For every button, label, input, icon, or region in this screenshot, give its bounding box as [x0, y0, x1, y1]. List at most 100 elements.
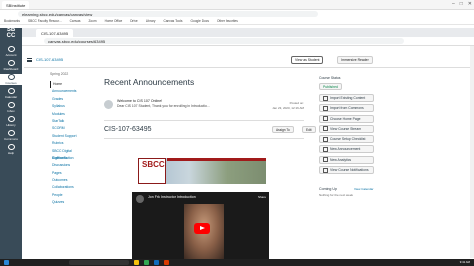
- chrome-icon[interactable]: [144, 260, 149, 265]
- scrollbar[interactable]: [470, 46, 474, 258]
- bookmark[interactable]: Google Docs: [191, 19, 209, 23]
- bookmark[interactable]: SBCC Faculty Resour...: [28, 19, 62, 23]
- url-field-inner[interactable]: canvas.sbcc.edu/courses/63495: [44, 38, 404, 44]
- edge-icon[interactable]: [154, 260, 159, 265]
- view-course-stream-button[interactable]: View Course Stream: [319, 124, 374, 133]
- course-nav-item[interactable]: SBCC Digital Commons: [50, 148, 88, 160]
- announcement-title[interactable]: Welcome to CIS 107 Online!: [117, 99, 162, 103]
- office-icon[interactable]: [164, 260, 169, 265]
- assign-to-button[interactable]: Assign To: [272, 126, 294, 133]
- bookmark[interactable]: Drive: [130, 19, 137, 23]
- button-label: View Course Stream: [330, 126, 362, 131]
- taskbar-clock: 9:41 AM: [459, 260, 470, 264]
- view-as-student-button[interactable]: View as Student: [291, 56, 324, 64]
- course-status-heading: Course Status: [319, 76, 341, 80]
- button-label: Published: [323, 84, 338, 89]
- nav-courses[interactable]: Courses: [0, 74, 22, 85]
- bookmark[interactable]: Canvas Tools: [163, 19, 182, 23]
- address-bar-inner: canvas.sbcc.edu/courses/63495: [22, 37, 474, 46]
- close-icon[interactable]: ✕: [468, 1, 472, 7]
- posted-label: Posted on:: [289, 101, 304, 105]
- new-announcement-button[interactable]: New Announcement: [319, 145, 374, 154]
- course-nav-item[interactable]: Grades: [50, 96, 88, 103]
- course-nav-item[interactable]: Syllabus: [50, 103, 88, 110]
- file-explorer-icon[interactable]: [134, 260, 139, 265]
- breadcrumb-course[interactable]: CIS-107-63495: [36, 57, 63, 62]
- commons-icon: [7, 130, 15, 136]
- history-icon: [7, 116, 15, 122]
- nav-label: Help: [7, 151, 15, 155]
- minimize-icon[interactable]: –: [452, 1, 455, 7]
- term-label: Spring 2022: [50, 72, 69, 76]
- bookmark[interactable]: Other favorites: [217, 19, 238, 23]
- course-nav-item[interactable]: Quizzes: [50, 199, 88, 206]
- channel-avatar: [136, 195, 144, 203]
- bookmark[interactable]: Canvas: [70, 19, 81, 23]
- sbcc-logo[interactable]: SB CC: [3, 27, 19, 41]
- course-nav-item[interactable]: Announcements: [50, 88, 88, 95]
- button-label: Edit: [306, 127, 312, 132]
- nav-dashboard[interactable]: Dashboard: [0, 60, 22, 71]
- announcement-item[interactable]: Welcome to CIS 107 Online! Dear CIS 107 …: [104, 98, 304, 118]
- nav-history[interactable]: History: [0, 116, 22, 127]
- course-nav-item[interactable]: Modules: [50, 111, 88, 118]
- button-label: New Analytics: [330, 157, 352, 162]
- banner-logo-text: SBCC: [142, 160, 165, 169]
- video-title[interactable]: Jon Frk Instructor Introduction: [148, 195, 196, 199]
- calendar-icon: [7, 88, 15, 94]
- import-commons-button[interactable]: Import from Commons: [319, 104, 374, 113]
- course-notifications-button[interactable]: View Course Notifications: [319, 166, 374, 175]
- bookmark[interactable]: Home Office: [105, 19, 123, 23]
- import-content-button[interactable]: Import Existing Content: [319, 94, 374, 102]
- button-label: New Announcement: [330, 147, 361, 152]
- view-calendar-link[interactable]: View Calendar: [354, 187, 373, 191]
- immersive-reader-button[interactable]: Immersive Reader: [337, 56, 373, 64]
- course-nav-item[interactable]: Rubrics: [50, 140, 88, 147]
- taskbar: 9:41 AM: [0, 259, 474, 266]
- course-nav-item[interactable]: Collaborations: [50, 184, 88, 191]
- course-nav-item[interactable]: People: [50, 192, 88, 199]
- bookmark[interactable]: Bookmarks: [4, 19, 20, 23]
- windows-start-icon[interactable]: [4, 260, 9, 265]
- course-nav-item[interactable]: SCORM: [50, 125, 88, 132]
- nav-help[interactable]: Help: [0, 144, 22, 155]
- nav-account[interactable]: Account: [0, 46, 22, 57]
- new-analytics-button[interactable]: New Analytics: [319, 155, 374, 164]
- button-label: Import Existing Content: [330, 96, 366, 100]
- choose-home-page-button[interactable]: Choose Home Page: [319, 114, 374, 123]
- url-field-outer[interactable]: elearning.sbcc.edu/canvas/canvas/view: [18, 11, 318, 17]
- share-button[interactable]: Share: [258, 195, 266, 199]
- edit-button[interactable]: Edit: [302, 126, 316, 133]
- play-icon[interactable]: [194, 223, 210, 234]
- window-controls: – □ ✕: [452, 1, 472, 7]
- browser-tab-outer[interactable]: SBInstitute: [2, 1, 30, 9]
- hamburger-icon[interactable]: [27, 57, 32, 62]
- divider: [104, 138, 304, 139]
- intro-video[interactable]: Jon Frk Instructor Introduction Share: [132, 192, 269, 259]
- taskbar-search[interactable]: [69, 260, 129, 265]
- course-setup-checklist-button[interactable]: Course Setup Checklist: [319, 135, 374, 144]
- courses-icon: [7, 74, 15, 80]
- course-nav-item[interactable]: BigBlueButton: [50, 155, 88, 162]
- course-nav-item[interactable]: StarTalk: [50, 118, 88, 125]
- course-nav-item[interactable]: Pages: [50, 170, 88, 177]
- maximize-icon[interactable]: □: [460, 1, 463, 7]
- bookmark[interactable]: Zoom: [88, 19, 96, 23]
- help-icon: [7, 144, 15, 150]
- course-nav-item[interactable]: Discussions: [50, 162, 88, 169]
- course-nav-item[interactable]: Outcomes: [50, 177, 88, 184]
- dashboard-icon: [7, 60, 15, 66]
- course-nav-item[interactable]: Home: [50, 81, 88, 89]
- bookmark[interactable]: Library: [146, 19, 156, 23]
- published-button[interactable]: Published: [319, 83, 342, 90]
- nav-inbox[interactable]: Inbox: [0, 102, 22, 113]
- banner-stripe: [167, 158, 266, 161]
- url-text: canvas.sbcc.edu/courses/63495: [48, 38, 106, 44]
- button-label: View Course Notifications: [330, 168, 369, 173]
- course-nav-item[interactable]: Student Support: [50, 133, 88, 140]
- browser-tab-inner[interactable]: CIS-107-63495: [36, 29, 74, 37]
- nav-calendar[interactable]: Calendar: [0, 88, 22, 99]
- divider: [24, 67, 474, 68]
- button-label: Import from Commons: [330, 106, 364, 111]
- nav-commons[interactable]: Commons: [0, 130, 22, 141]
